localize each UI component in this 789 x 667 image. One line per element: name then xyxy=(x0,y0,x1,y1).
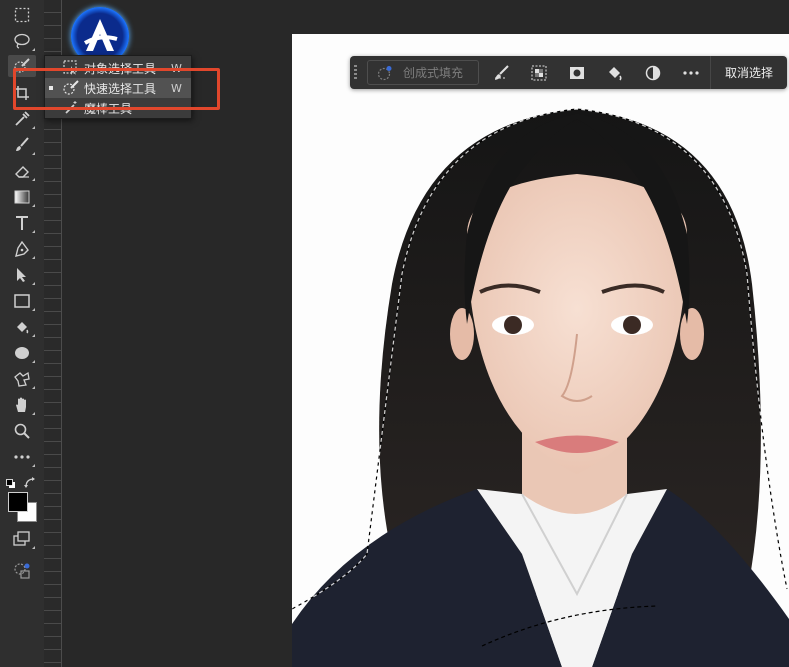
portrait-photo xyxy=(292,108,789,667)
brush-mask-icon[interactable] xyxy=(493,64,511,82)
ellipse-icon[interactable] xyxy=(8,342,36,364)
checker-mask-icon[interactable] xyxy=(530,64,548,82)
deselect-button[interactable]: 取消选择 xyxy=(710,56,787,89)
screen-mode-icon[interactable] xyxy=(8,528,36,550)
generative-fill-label: 创成式填充 xyxy=(403,66,464,80)
brush-icon[interactable] xyxy=(8,134,36,156)
gradient-icon[interactable] xyxy=(8,186,36,208)
lasso-icon[interactable] xyxy=(8,30,36,52)
paint-bucket-icon[interactable] xyxy=(8,316,36,338)
grip-handle-icon[interactable] xyxy=(354,65,357,80)
more-options-icon[interactable] xyxy=(682,64,700,82)
eyedropper-icon[interactable] xyxy=(8,108,36,130)
puzzle-icon[interactable] xyxy=(8,368,36,390)
swap-colors-icon[interactable] xyxy=(24,474,36,488)
type-icon[interactable] xyxy=(8,212,36,234)
rectangular-marquee-icon[interactable] xyxy=(8,4,36,26)
bucket-fill-icon[interactable] xyxy=(606,64,624,82)
hand-icon[interactable] xyxy=(8,394,36,416)
more-icon[interactable] xyxy=(8,446,36,468)
contextual-task-bar: 创成式填充 取消选择 xyxy=(350,56,787,89)
annotation-highlight-box xyxy=(13,68,220,110)
square-mask-icon[interactable] xyxy=(568,64,586,82)
path-selection-icon[interactable] xyxy=(8,264,36,286)
pen-icon[interactable] xyxy=(8,238,36,260)
generative-fill-icon xyxy=(377,65,393,84)
generative-fill-button[interactable]: 创成式填充 xyxy=(367,60,479,85)
quick-mask-icon[interactable] xyxy=(8,560,36,582)
zoom-icon[interactable] xyxy=(8,420,36,442)
default-colors-icon[interactable] xyxy=(6,474,16,488)
circle-half-icon[interactable] xyxy=(644,64,662,82)
foreground-color-swatch[interactable] xyxy=(8,492,28,512)
document-canvas[interactable] xyxy=(292,34,789,667)
rectangle-icon[interactable] xyxy=(8,290,36,312)
eraser-icon[interactable] xyxy=(8,160,36,182)
